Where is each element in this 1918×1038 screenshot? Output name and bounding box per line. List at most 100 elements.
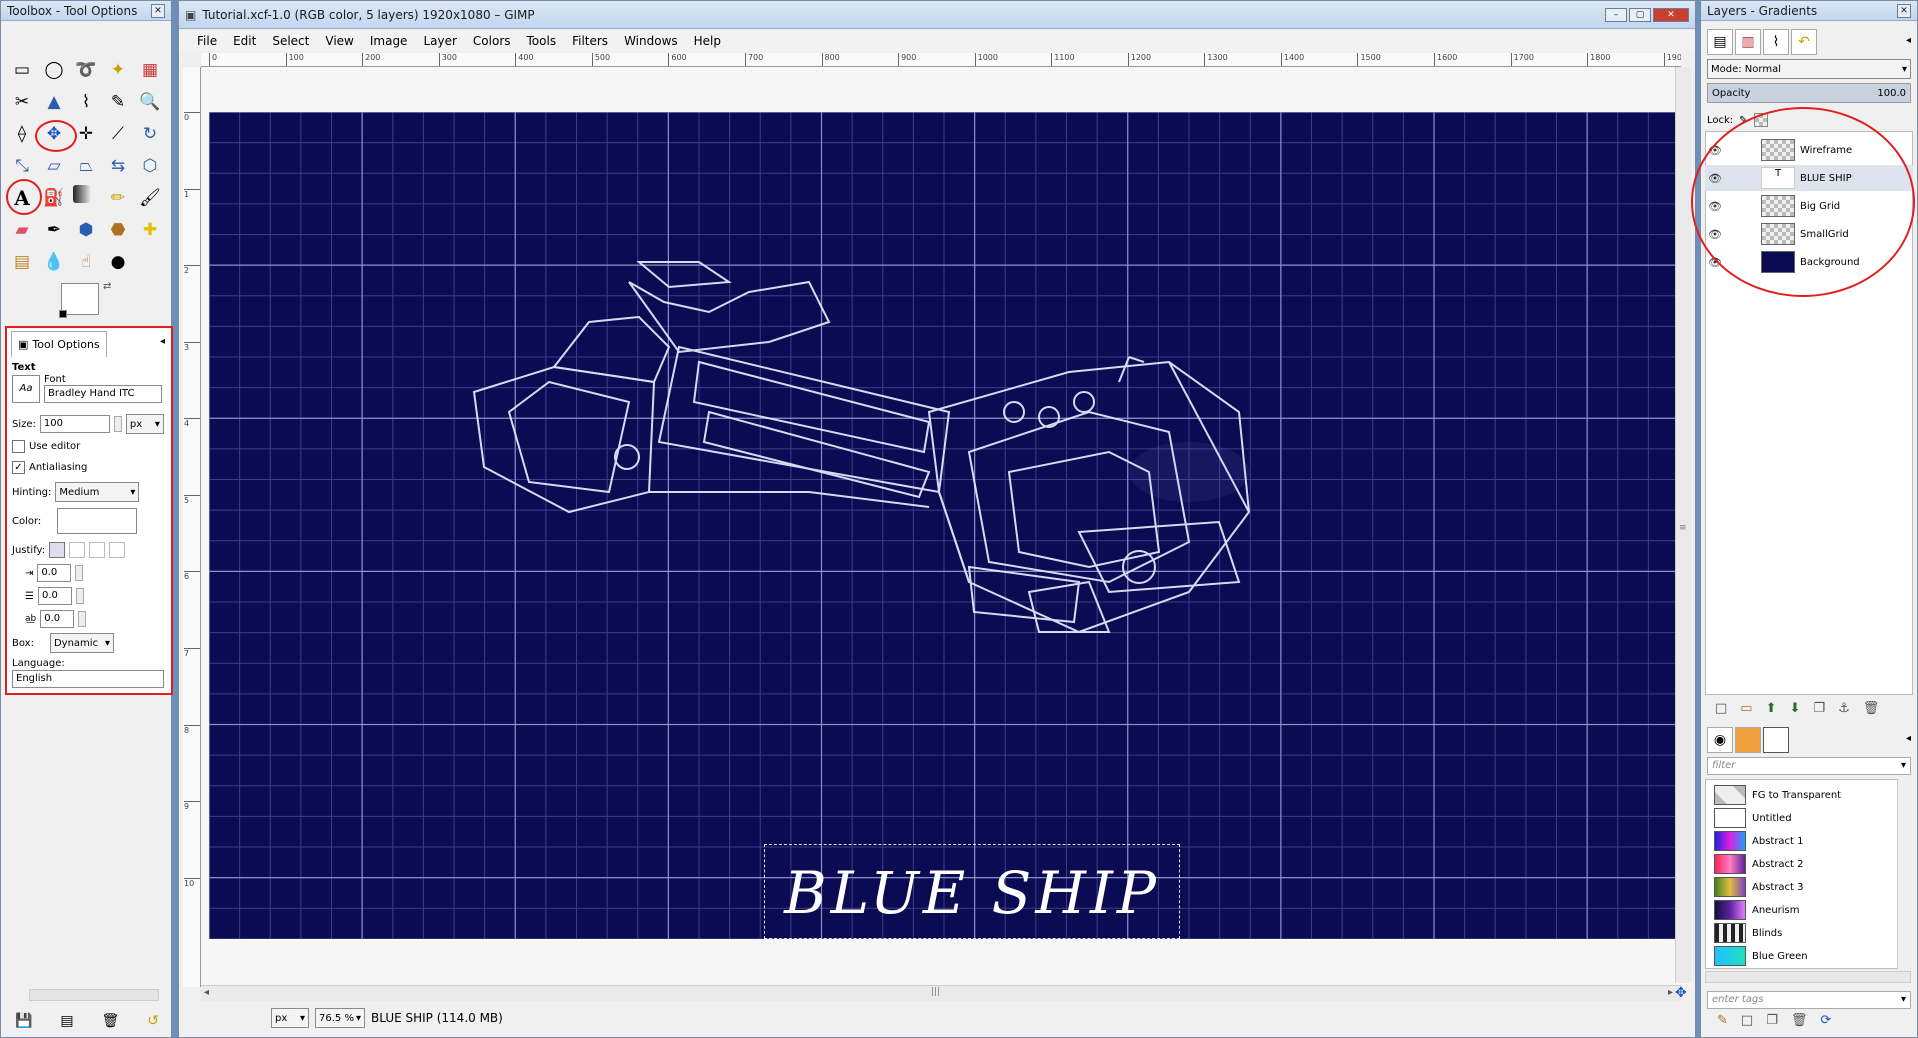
gradient-item[interactable]: Abstract 1 [1714,830,1900,852]
image-titlebar[interactable]: ▣ Tutorial.xcf-1.0 (RGB color, 5 layers)… [179,1,1695,29]
scroll-right-icon[interactable]: ▸ [1668,987,1673,998]
fuzzy-select-icon[interactable]: ✦ [105,57,131,83]
zoom-icon[interactable]: 🔍 [137,89,163,115]
pencil-icon[interactable]: ✏ [105,185,131,211]
new-layer-icon[interactable]: □ [1715,701,1727,716]
cage-icon[interactable]: ⬡ [137,153,163,179]
airbrush-icon[interactable]: ✒ [41,217,67,243]
navigate-icon[interactable]: ✥ [1675,985,1687,1001]
heal-icon[interactable]: ✚ [137,217,163,243]
color-select-icon[interactable]: ▦ [137,57,163,83]
toolbox-titlebar[interactable]: Toolbox - Tool Options ✕ [1,1,171,21]
ellipse-select-icon[interactable]: ◯ [41,57,67,83]
perspective-clone-icon[interactable]: ▤ [9,249,35,275]
perspective-icon[interactable]: ⏢ [73,153,99,179]
blur-icon[interactable]: 💧 [41,249,67,275]
gradient-item[interactable]: FG to Transparent [1714,784,1900,806]
save-options-icon[interactable]: 💾 [15,1013,32,1029]
duplicate-gradient-icon[interactable]: ❐ [1766,1013,1778,1028]
bucket-fill-icon[interactable]: ⛽ [41,185,67,211]
gradient-item[interactable]: Aneurism [1714,899,1900,921]
gradient-filter-field[interactable]: filter ▾ [1707,757,1911,775]
tab-layers[interactable]: ▤ [1707,29,1733,55]
dodge-burn-icon[interactable]: ● [105,249,131,275]
scale-icon[interactable]: ⤡ [9,153,35,179]
menu-item-layer[interactable]: Layer [415,34,464,48]
delete-gradient-icon[interactable]: 🗑 [1791,1013,1808,1028]
tab-gradients[interactable] [1763,727,1789,753]
dock-titlebar[interactable]: Layers - Gradients ✕ [1701,1,1917,21]
gradient-item[interactable]: Blinds [1714,922,1900,944]
horizontal-ruler[interactable]: 0 100 200 300 400 500 600 700 800 900 1000 1100 1200… [201,53,1681,67]
raise-layer-icon[interactable]: ⬆ [1766,701,1777,716]
tab-undo[interactable]: ↶ [1791,29,1817,55]
horizontal-scrollbar[interactable]: ◂ ||| ▸ [201,985,1681,1001]
close-icon[interactable]: ✕ [1653,7,1689,22]
tab-patterns[interactable] [1735,727,1761,753]
measure-icon[interactable]: ⟠ [9,121,35,147]
tab-paths[interactable]: ⌇ [1763,29,1789,55]
dock-menu-icon[interactable]: ◂ [1906,35,1911,46]
opacity-slider[interactable]: Opacity 100.0 [1707,83,1911,103]
restore-options-icon[interactable]: ▤ [60,1013,73,1029]
lower-layer-icon[interactable]: ⬇ [1790,701,1801,716]
gradient-item[interactable]: Abstract 3 [1714,876,1900,898]
duplicate-layer-icon[interactable]: ❐ [1813,701,1825,716]
menu-item-view[interactable]: View [317,34,361,48]
shear-icon[interactable]: ▱ [41,153,67,179]
crop-icon[interactable]: ⟋ [105,121,131,147]
foreground-select-icon[interactable]: ▲ [41,89,67,115]
paths-icon[interactable]: ⌇ [73,89,99,115]
eraser-icon[interactable]: ▰ [9,217,35,243]
menu-item-edit[interactable]: Edit [225,34,264,48]
menu-item-colors[interactable]: Colors [465,34,519,48]
tab-brushes[interactable]: ◉ [1707,727,1733,753]
tab-channels[interactable]: ▥ [1735,29,1761,55]
gradient-item[interactable]: Abstract 2 [1714,853,1900,875]
ink-icon[interactable]: ⬢ [73,217,99,243]
toolbox-scrollbar[interactable] [29,989,159,1001]
menu-item-file[interactable]: File [189,34,225,48]
minimize-icon[interactable]: – [1605,7,1627,22]
gradient-menu-icon[interactable]: ◂ [1906,733,1911,744]
menu-item-filters[interactable]: Filters [564,34,616,48]
new-group-icon[interactable]: ▭ [1740,701,1752,716]
anchor-layer-icon[interactable]: ⚓ [1838,701,1850,716]
blend-icon[interactable] [73,185,91,203]
rect-select-icon[interactable]: ▭ [9,57,35,83]
vertical-ruler[interactable]: 0 1 2 3 4 5 6 7 8 9 10 [183,67,201,987]
delete-layer-icon[interactable]: 🗑 [1863,701,1880,716]
close-icon[interactable]: ✕ [1897,3,1911,18]
menu-item-tools[interactable]: Tools [519,34,565,48]
vertical-scrollbar[interactable]: ≡ [1675,67,1691,983]
delete-options-icon[interactable]: 🗑 [102,1013,120,1029]
gradient-item[interactable]: Untitled [1714,807,1900,829]
menu-item-image[interactable]: Image [362,34,416,48]
free-select-icon[interactable]: ➰ [73,57,99,83]
canvas-text-blue-ship[interactable]: BLUE SHIP [764,850,1180,935]
rotate-icon[interactable]: ↻ [137,121,163,147]
scissors-icon[interactable]: ✂ [9,89,35,115]
gradients-hscrollbar[interactable] [1705,971,1911,983]
clone-icon[interactable]: ⬣ [105,217,131,243]
new-gradient-icon[interactable]: □ [1741,1013,1753,1028]
gradients-scrollbar[interactable] [1897,779,1911,969]
scroll-left-icon[interactable]: ◂ [204,987,209,998]
paintbrush-icon[interactable]: 🖌 [137,185,163,211]
color-picker-icon[interactable]: ✎ [105,89,131,115]
close-icon[interactable]: ✕ [151,3,165,18]
refresh-gradients-icon[interactable]: ⟳ [1820,1013,1831,1028]
swap-colors-icon[interactable]: ⇄ [103,281,111,292]
menu-item-help[interactable]: Help [686,34,729,48]
maximize-icon[interactable]: ▢ [1629,7,1651,22]
menu-item-windows[interactable]: Windows [616,34,686,48]
edit-gradient-icon[interactable]: ✎ [1717,1013,1728,1028]
unit-select[interactable]: px ▾ [271,1008,309,1028]
gradient-item[interactable]: Blue Green [1714,945,1900,967]
smudge-icon[interactable]: ☝ [73,249,99,275]
reset-options-icon[interactable]: ↺ [147,1013,159,1029]
menu-item-select[interactable]: Select [264,34,317,48]
flip-icon[interactable]: ⇆ [105,153,131,179]
image-canvas[interactable]: BLUE SHIP [209,112,1679,939]
zoom-select[interactable]: 76.5 % ▾ [315,1008,365,1028]
